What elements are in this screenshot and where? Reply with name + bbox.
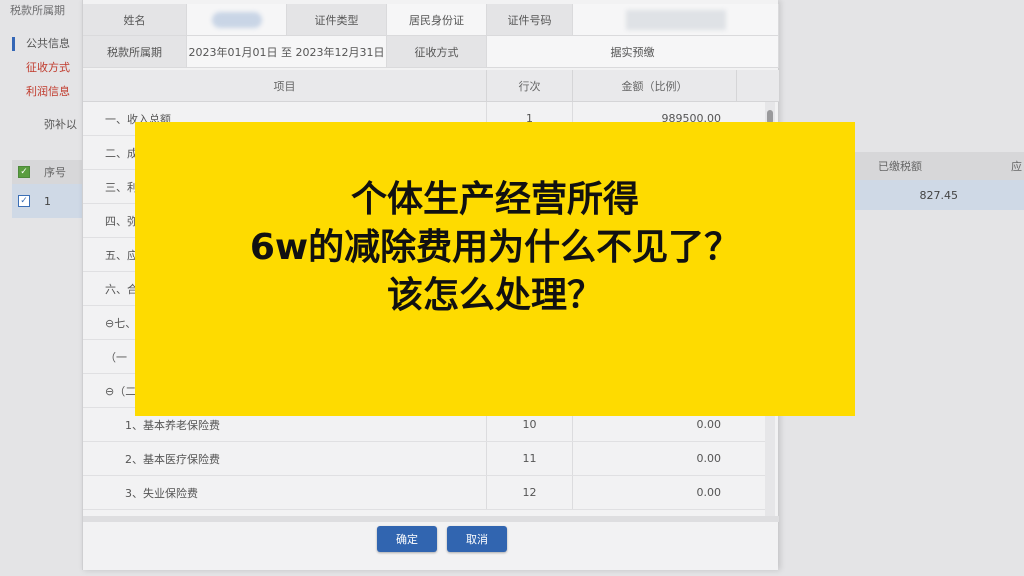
column-header-index: 序号	[44, 166, 66, 179]
row-line-number: 11	[487, 442, 573, 475]
period-value: 2023年01月01日 至 2023年12月31日	[187, 36, 387, 67]
info-row-identity: 姓名 证件类型 居民身份证 证件号码	[83, 4, 779, 36]
row-amount[interactable]: 0.00	[573, 476, 737, 509]
cert-type-value: 居民身份证	[387, 4, 487, 35]
select-all-checkbox[interactable]: ✓	[18, 166, 30, 178]
grid-header: 项目 行次 金额（比例）	[83, 70, 779, 102]
banner-line-1: 个体生产经营所得	[350, 179, 639, 220]
banner-line-2: 6w的减除费用为什么不见了？	[249, 227, 741, 268]
name-value	[187, 4, 287, 35]
row-item: 3、失业保险费	[83, 476, 487, 509]
redacted-name	[211, 11, 262, 28]
table-row[interactable]: 3、失业保险费 12 0.00	[83, 476, 769, 510]
cert-no-value	[573, 4, 779, 35]
row-checkbox[interactable]: ✓	[18, 195, 30, 207]
page-title: 税款所属期	[10, 4, 65, 17]
row-line-number: 12	[487, 476, 573, 509]
redacted-cert-no	[625, 9, 726, 30]
column-header-amount: 金额（比例）	[573, 70, 737, 101]
cancel-button[interactable]: 取消	[447, 526, 507, 552]
loss-offset-note: 弥补以	[44, 118, 77, 131]
cert-no-label: 证件号码	[487, 4, 573, 35]
confirm-button[interactable]: 确定	[377, 526, 437, 552]
sidebar-item-profit-info[interactable]: 利润信息	[12, 80, 92, 104]
row-amount[interactable]: 0.00	[573, 442, 737, 475]
method-label: 征收方式	[387, 36, 487, 67]
period-label: 税款所属期	[83, 36, 187, 67]
method-value: 据实预缴	[487, 36, 779, 67]
title-banner: 个体生产经营所得 6w的减除费用为什么不见了？ 该怎么处理？	[135, 122, 855, 416]
info-row-period: 税款所属期 2023年01月01日 至 2023年12月31日 征收方式 据实预…	[83, 36, 779, 68]
column-header-item: 项目	[83, 70, 487, 101]
row-item: 2、基本医疗保险费	[83, 442, 487, 475]
banner-line-3: 该怎么处理？	[386, 275, 603, 316]
sidebar: 公共信息 征收方式 利润信息	[12, 32, 92, 104]
horizontal-scrollbar[interactable]	[83, 516, 779, 522]
column-header-due: 应	[1011, 160, 1022, 173]
name-label: 姓名	[83, 4, 187, 35]
sidebar-item-collection-method[interactable]: 征收方式	[12, 56, 92, 80]
column-header-line: 行次	[487, 70, 573, 101]
cert-type-label: 证件类型	[287, 4, 387, 35]
sidebar-item-public-info[interactable]: 公共信息	[12, 32, 92, 56]
row-index: 1	[44, 194, 51, 208]
table-row[interactable]: 2、基本医疗保险费 11 0.00	[83, 442, 769, 476]
